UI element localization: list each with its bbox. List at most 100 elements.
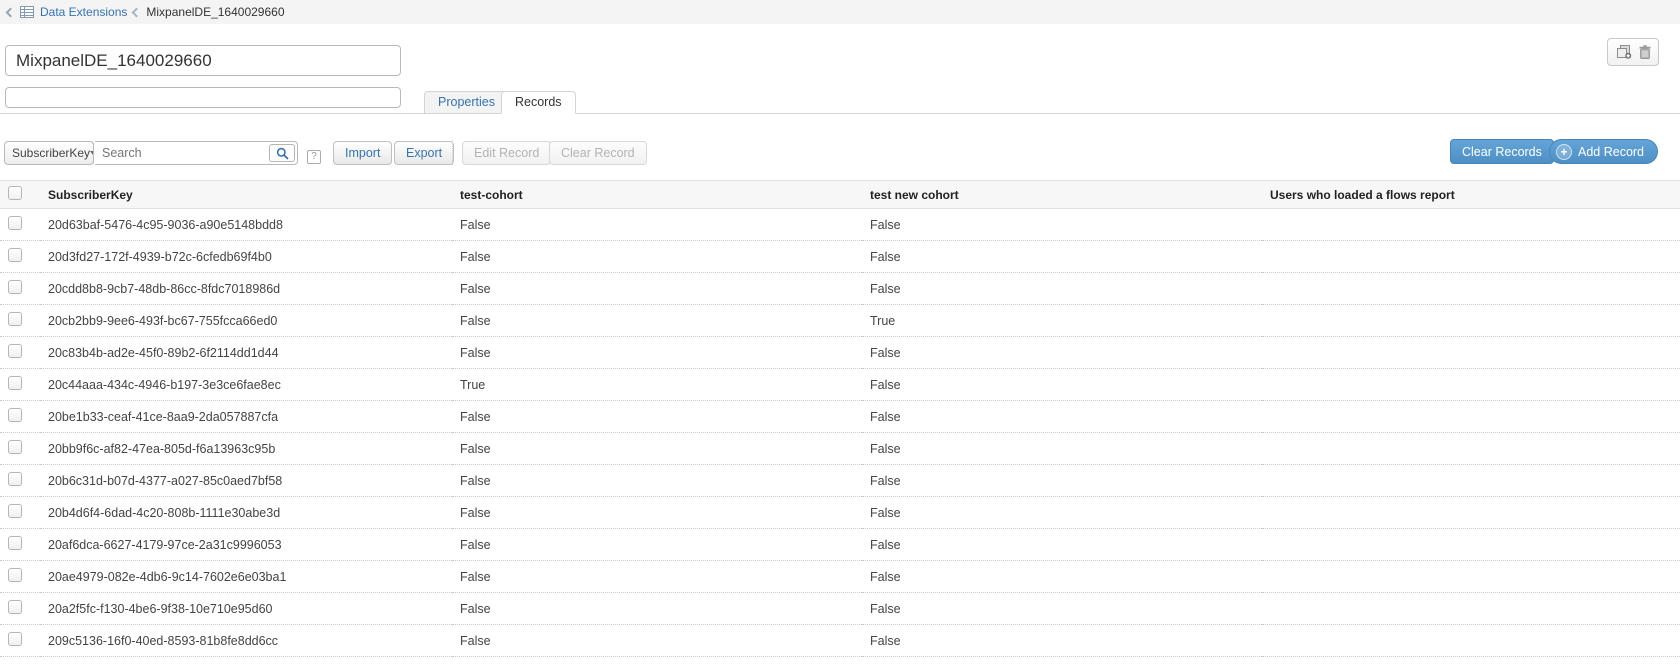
tab-bar: Properties Records xyxy=(0,91,1680,114)
cell-test-new-cohort: False xyxy=(862,625,1262,657)
row-checkbox-cell xyxy=(0,369,40,401)
row-checkbox[interactable] xyxy=(8,600,22,614)
cell-subscriber-key: 20a2f5fc-f130-4be6-9f38-10e710e95d60 xyxy=(40,593,452,625)
cell-subscriber-key: 20cdd8b8-9cb7-48db-86cc-8fdc7018986d xyxy=(40,273,452,305)
table-row[interactable]: 20a2f5fc-f130-4be6-9f38-10e710e95d60 Fal… xyxy=(0,593,1680,625)
table-row[interactable]: 20b4d6f4-6dad-4c20-808b-1111e30abe3d Fal… xyxy=(0,497,1680,529)
cell-subscriber-key: 20b6c31d-b07d-4377-a027-85c0aed7bf58 xyxy=(40,465,452,497)
table-row[interactable]: 209c5136-16f0-40ed-8593-81b8fe8dd6cc Fal… xyxy=(0,625,1680,657)
row-checkbox-cell xyxy=(0,401,40,433)
de-name-input[interactable] xyxy=(5,45,401,76)
row-checkbox[interactable] xyxy=(8,376,22,390)
clear-record-button[interactable]: Clear Record xyxy=(549,141,647,165)
row-checkbox-cell xyxy=(0,305,40,337)
cell-subscriber-key: 209c5136-16f0-40ed-8593-81b8fe8dd6cc xyxy=(40,625,452,657)
cell-test-new-cohort: False xyxy=(862,561,1262,593)
table-row[interactable]: 20c83b4b-ad2e-45f0-89b2-6f2114dd1d44 Fal… xyxy=(0,337,1680,369)
add-record-button[interactable]: + Add Record xyxy=(1549,139,1658,164)
table-row[interactable]: 20bb9f6c-af82-47ea-805d-f6a13963c95b Fal… xyxy=(0,433,1680,465)
row-checkbox[interactable] xyxy=(8,248,22,262)
breadcrumb-current: MixpanelDE_1640029660 xyxy=(146,5,284,19)
cell-test-cohort: False xyxy=(452,465,862,497)
plus-icon: + xyxy=(1556,144,1572,160)
row-checkbox[interactable] xyxy=(8,536,22,550)
table-row[interactable]: 20b6c31d-b07d-4377-a027-85c0aed7bf58 Fal… xyxy=(0,465,1680,497)
cell-subscriber-key: 20c83b4b-ad2e-45f0-89b2-6f2114dd1d44 xyxy=(40,337,452,369)
table-row[interactable]: 20d3fd27-172f-4939-b72c-6cfedb69f4b0 Fal… xyxy=(0,241,1680,273)
row-checkbox-cell xyxy=(0,433,40,465)
column-header-test-cohort[interactable]: test-cohort xyxy=(452,181,862,209)
trash-icon[interactable] xyxy=(1639,45,1651,59)
row-checkbox[interactable] xyxy=(8,408,22,422)
cell-test-new-cohort: False xyxy=(862,241,1262,273)
cell-subscriber-key: 20be1b33-ceaf-41ce-8aa9-2da057887cfa xyxy=(40,401,452,433)
column-header-subscriber-key[interactable]: SubscriberKey xyxy=(40,181,452,209)
copy-icon[interactable] xyxy=(1616,45,1632,59)
cell-test-new-cohort: False xyxy=(862,497,1262,529)
cell-flows-report xyxy=(1262,433,1680,465)
cell-subscriber-key: 20c44aaa-434c-4946-b197-3e3ce6fae8ec xyxy=(40,369,452,401)
search-field-dropdown[interactable]: SubscriberKey xyxy=(4,141,94,165)
search-input[interactable] xyxy=(94,142,266,164)
cell-test-new-cohort: False xyxy=(862,369,1262,401)
table-row[interactable]: 20be1b33-ceaf-41ce-8aa9-2da057887cfa Fal… xyxy=(0,401,1680,433)
cell-flows-report xyxy=(1262,465,1680,497)
cell-flows-report xyxy=(1262,273,1680,305)
edit-record-button[interactable]: Edit Record xyxy=(462,141,551,165)
search-box xyxy=(93,141,298,165)
cell-flows-report xyxy=(1262,337,1680,369)
cell-test-cohort: False xyxy=(452,625,862,657)
row-checkbox[interactable] xyxy=(8,504,22,518)
cell-test-cohort: False xyxy=(452,337,862,369)
back-chevron-icon[interactable] xyxy=(6,8,16,18)
table-row[interactable]: 20c44aaa-434c-4946-b197-3e3ce6fae8ec Tru… xyxy=(0,369,1680,401)
cell-test-cohort: False xyxy=(452,305,862,337)
row-checkbox[interactable] xyxy=(8,440,22,454)
column-header-flows-report[interactable]: Users who loaded a flows report xyxy=(1262,181,1680,209)
data-extensions-grid-icon xyxy=(20,6,34,18)
column-header-test-new-cohort[interactable]: test new cohort xyxy=(862,181,1262,209)
cell-test-cohort: False xyxy=(452,241,862,273)
cell-test-cohort: False xyxy=(452,273,862,305)
table-row[interactable]: 20cb2bb9-9ee6-493f-bc67-755fcca66ed0 Fal… xyxy=(0,305,1680,337)
row-checkbox[interactable] xyxy=(8,280,22,294)
cell-flows-report xyxy=(1262,497,1680,529)
records-table: SubscriberKey test-cohort test new cohor… xyxy=(0,180,1680,657)
row-checkbox-cell xyxy=(0,337,40,369)
row-checkbox-cell xyxy=(0,273,40,305)
cell-test-cohort: False xyxy=(452,209,862,241)
cell-subscriber-key: 20bb9f6c-af82-47ea-805d-f6a13963c95b xyxy=(40,433,452,465)
cell-flows-report xyxy=(1262,593,1680,625)
breadcrumb-link-data-extensions[interactable]: Data Extensions xyxy=(40,5,127,19)
row-checkbox[interactable] xyxy=(8,344,22,358)
cell-flows-report xyxy=(1262,305,1680,337)
table-row[interactable]: 20af6dca-6627-4179-97ce-2a31c9996053 Fal… xyxy=(0,529,1680,561)
table-header-row: SubscriberKey test-cohort test new cohor… xyxy=(0,181,1680,209)
row-checkbox[interactable] xyxy=(8,632,22,646)
select-all-checkbox[interactable] xyxy=(8,186,22,200)
cell-test-new-cohort: False xyxy=(862,209,1262,241)
tab-properties[interactable]: Properties xyxy=(424,91,509,114)
cell-subscriber-key: 20af6dca-6627-4179-97ce-2a31c9996053 xyxy=(40,529,452,561)
row-checkbox[interactable] xyxy=(8,312,22,326)
import-button[interactable]: Import xyxy=(333,141,392,165)
row-checkbox[interactable] xyxy=(8,216,22,230)
de-actions-group xyxy=(1607,38,1659,66)
table-row[interactable]: 20cdd8b8-9cb7-48db-86cc-8fdc7018986d Fal… xyxy=(0,273,1680,305)
row-checkbox[interactable] xyxy=(8,472,22,486)
row-checkbox[interactable] xyxy=(8,568,22,582)
cell-flows-report xyxy=(1262,529,1680,561)
help-icon[interactable]: ? xyxy=(307,150,321,164)
cell-flows-report xyxy=(1262,401,1680,433)
cell-test-new-cohort: False xyxy=(862,273,1262,305)
row-checkbox-cell xyxy=(0,561,40,593)
search-button[interactable] xyxy=(269,144,295,162)
cell-test-new-cohort: False xyxy=(862,593,1262,625)
add-record-label: Add Record xyxy=(1578,145,1644,159)
table-row[interactable]: 20d63baf-5476-4c95-9036-a90e5148bdd8 Fal… xyxy=(0,209,1680,241)
clear-records-button[interactable]: Clear Records xyxy=(1450,139,1554,164)
export-button[interactable]: Export xyxy=(394,141,454,165)
tab-records[interactable]: Records xyxy=(501,91,576,114)
table-row[interactable]: 20ae4979-082e-4db6-9c14-7602e6e03ba1 Fal… xyxy=(0,561,1680,593)
breadcrumb: Data Extensions MixpanelDE_1640029660 xyxy=(0,0,1680,24)
